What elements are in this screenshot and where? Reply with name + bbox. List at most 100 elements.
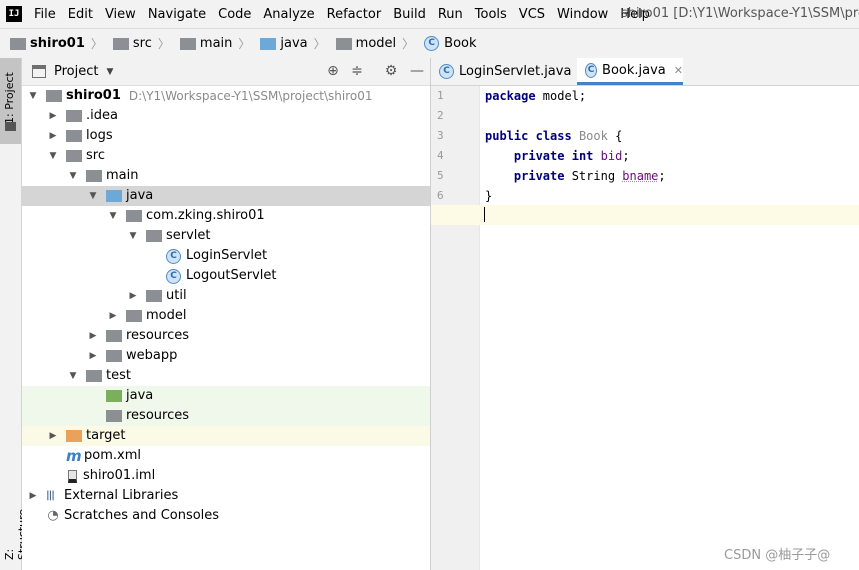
tree-item-external-libraries[interactable]: ▶ ||| External Libraries <box>22 486 430 506</box>
code-token: { <box>607 129 623 143</box>
tree-item-label: util <box>166 288 187 303</box>
tree-item-java[interactable]: ▼ java <box>22 186 430 206</box>
folder-icon <box>66 110 82 122</box>
text-caret <box>484 207 485 222</box>
code-token: model; <box>535 89 587 103</box>
chevron-right-icon[interactable]: ▶ <box>86 346 100 366</box>
tree-item-com-zking-shiro01[interactable]: ▼ com.zking.shiro01 <box>22 206 430 226</box>
tree-item-label: servlet <box>166 228 211 243</box>
scratches-icon: ◔ <box>47 508 59 523</box>
project-view-selector[interactable]: Project ▼ <box>32 58 113 85</box>
code-token: } <box>485 189 493 203</box>
code-token: ; <box>622 149 630 163</box>
chevron-down-icon[interactable]: ▼ <box>66 166 80 186</box>
package-icon <box>335 37 352 50</box>
chevron-down-icon[interactable]: ▼ <box>46 146 60 166</box>
tree-item-resources[interactable]: ▶resources <box>22 406 430 426</box>
tree-item-java[interactable]: ▶java <box>22 386 430 406</box>
line-number-gutter: 1234567 <box>431 86 480 570</box>
code-editor[interactable]: package model; public class Book { privat… <box>480 86 859 570</box>
package-icon <box>146 230 162 242</box>
tree-item-label: src <box>86 148 105 163</box>
breadcrumb-label: main <box>199 36 233 51</box>
chevron-right-icon[interactable]: ▶ <box>126 286 140 306</box>
tree-item-loginservlet[interactable]: ▶CLoginServlet <box>22 246 430 266</box>
tree-item-shiro01-iml[interactable]: ▶shiro01.iml <box>22 466 430 486</box>
tree-item-target[interactable]: ▶ target <box>22 426 430 446</box>
breadcrumb-item-java[interactable]: java 〉 <box>250 35 326 52</box>
menu-analyze[interactable]: Analyze <box>263 7 320 22</box>
chevron-down-icon: ▼ <box>106 66 114 77</box>
code-line: public class Book { <box>485 126 622 146</box>
chevron-right-icon[interactable]: ▶ <box>106 306 120 326</box>
project-tool-window-label[interactable]: 1: Project <box>3 64 16 124</box>
tree-item-test[interactable]: ▼ test <box>22 366 430 386</box>
locate-target-icon[interactable]: ⊕ <box>324 58 342 85</box>
chevron-down-icon[interactable]: ▼ <box>106 206 120 226</box>
menu-code[interactable]: Code <box>218 7 257 22</box>
tree-item-path: D:\Y1\Workspace-Y1\SSM\project\shiro01 <box>128 89 373 103</box>
tree-item-scratches-and-consoles[interactable]: ▶◔Scratches and Consoles <box>22 506 430 526</box>
tree-item-main[interactable]: ▼ main <box>22 166 430 186</box>
chevron-right-icon[interactable]: ▶ <box>26 486 40 506</box>
tree-item-label: webapp <box>126 348 178 363</box>
code-line: private String bname; <box>485 166 666 186</box>
gear-icon[interactable]: ⚙ <box>382 58 400 85</box>
tree-item-pom-xml[interactable]: ▶mpom.xml <box>22 446 430 466</box>
menu-run[interactable]: Run <box>438 7 469 22</box>
menu-navigate[interactable]: Navigate <box>148 7 212 22</box>
tab-loginservlet-java[interactable]: C LoginServlet.java ✕ <box>439 58 595 85</box>
menu-refactor[interactable]: Refactor <box>327 7 388 22</box>
code-token: String <box>564 169 623 183</box>
package-icon <box>146 290 162 302</box>
breadcrumb-item-main[interactable]: main 〉 <box>170 35 250 52</box>
menu-tools[interactable]: Tools <box>475 7 513 22</box>
package-icon <box>126 210 142 222</box>
menu-items: File Edit View Navigate Code Analyze Refactor B… <box>34 0 662 28</box>
test-resources-folder-icon <box>106 410 122 422</box>
tree-item-resources[interactable]: ▶resources <box>22 326 430 346</box>
chevron-right-icon: 〉 <box>90 37 103 51</box>
chevron-right-icon[interactable]: ▶ <box>46 126 60 146</box>
close-icon[interactable]: ✕ <box>674 64 683 77</box>
chevron-down-icon[interactable]: ▼ <box>126 226 140 246</box>
breadcrumb-item-shiro01[interactable]: shiro01 〉 <box>0 35 103 52</box>
minimize-icon[interactable]: — <box>408 58 426 85</box>
tree-item-model[interactable]: ▶ model <box>22 306 430 326</box>
menu-edit[interactable]: Edit <box>68 7 99 22</box>
chevron-right-icon[interactable]: ▶ <box>86 326 100 346</box>
collapse-all-icon[interactable]: ≑ <box>348 58 366 85</box>
tree-item-servlet[interactable]: ▼ servlet <box>22 226 430 246</box>
breadcrumb-item-model[interactable]: model 〉 <box>326 35 415 52</box>
menu-build[interactable]: Build <box>393 7 432 22</box>
tree-item-logs[interactable]: ▶ logs <box>22 126 430 146</box>
chevron-down-icon[interactable]: ▼ <box>26 86 40 106</box>
tree-item-webapp[interactable]: ▶ webapp <box>22 346 430 366</box>
tree-item-src[interactable]: ▼ src <box>22 146 430 166</box>
breadcrumb-label: model <box>355 36 397 51</box>
folder-icon <box>179 37 196 50</box>
tree-item-label: logs <box>86 128 113 143</box>
chevron-right-icon: 〉 <box>402 37 415 51</box>
breadcrumb-item-src[interactable]: src 〉 <box>103 35 170 52</box>
breadcrumb-item-book[interactable]: C Book <box>414 36 477 51</box>
tab-book-java[interactable]: C Book.java ✕ <box>577 58 683 85</box>
menu-view[interactable]: View <box>105 7 142 22</box>
tree-item-label: LogoutServlet <box>186 268 277 283</box>
tree-item-shiro01[interactable]: ▼ shiro01 D:\Y1\Workspace-Y1\SSM\project\s… <box>22 86 430 106</box>
menu-file[interactable]: File <box>34 7 62 22</box>
chevron-down-icon[interactable]: ▼ <box>66 366 80 386</box>
tree-item-idea[interactable]: ▶ .idea <box>22 106 430 126</box>
tree-item-label: pom.xml <box>84 448 141 463</box>
tree-item-logoutservlet[interactable]: ▶CLogoutServlet <box>22 266 430 286</box>
chevron-right-icon[interactable]: ▶ <box>46 426 60 446</box>
chevron-down-icon[interactable]: ▼ <box>86 186 100 206</box>
class-icon: C <box>424 36 440 51</box>
menu-window[interactable]: Window <box>557 7 614 22</box>
chevron-right-icon[interactable]: ▶ <box>46 106 60 126</box>
window-title: shiro01 [D:\Y1\Workspace-Y1\SSM\proje <box>621 6 859 21</box>
menu-vcs[interactable]: VCS <box>519 7 551 22</box>
code-token: public <box>485 129 529 143</box>
tree-item-util[interactable]: ▶ util <box>22 286 430 306</box>
